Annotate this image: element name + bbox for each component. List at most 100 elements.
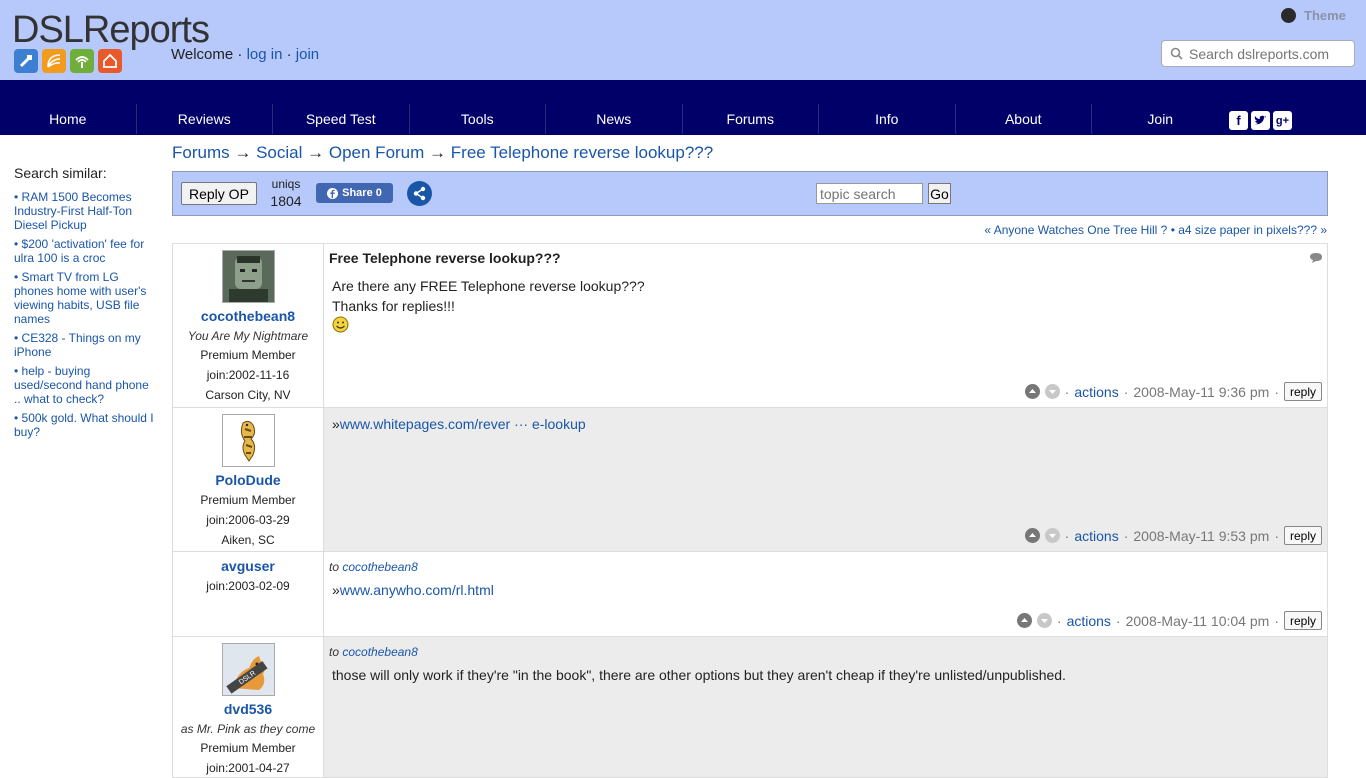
nav-join[interactable]: Join [1092, 104, 1229, 134]
breadcrumb-open-forum[interactable]: Open Forum [329, 143, 424, 162]
reply-button[interactable]: reply [1283, 382, 1322, 401]
similar-link[interactable]: • 500k gold. What should I buy? [14, 411, 154, 439]
thread-navigation: « Anyone Watches One Tree Hill ? • a4 si… [984, 223, 1327, 237]
post-footer: · actions · 2008-May-11 9:36 pm · reply [1024, 382, 1322, 401]
footer-separator: · [1274, 527, 1279, 544]
post-body: to cocothebean8 »www.anywho.com/rl.html … [324, 552, 1327, 636]
footer-separator: · [1064, 527, 1070, 544]
downvote-icon[interactable] [1036, 613, 1052, 628]
uniqs-counter: uniqs 1804 [269, 177, 303, 209]
similar-link[interactable]: • help - buying used/second hand phone .… [14, 364, 154, 406]
reply-to-user[interactable]: cocothebean8 [342, 645, 417, 659]
post-text: »www.anywho.com/rl.html [329, 580, 1322, 600]
nav-tools[interactable]: Tools [410, 104, 546, 134]
username[interactable]: avguser [173, 558, 323, 574]
reply-to-label: to [329, 560, 340, 574]
reply-button[interactable]: reply [1283, 611, 1322, 630]
main-nav: Home Reviews Speed Test Tools News Forum… [0, 80, 1366, 135]
nav-news[interactable]: News [546, 104, 683, 134]
footer-separator: · [1064, 383, 1070, 400]
nav-about[interactable]: About [956, 104, 1092, 134]
post: cocothebean8 You Are My Nightmare Premiu… [173, 244, 1327, 408]
upvote-icon[interactable] [1024, 384, 1040, 399]
twitter-icon[interactable] [1251, 111, 1270, 130]
downvote-icon[interactable] [1044, 528, 1060, 543]
share-icon[interactable] [407, 181, 432, 206]
join-date: join:2006-03-29 [206, 513, 290, 527]
breadcrumb-separator: → [234, 143, 252, 162]
username[interactable]: PoloDude [173, 472, 323, 488]
smiley-icon [332, 316, 349, 333]
downvote-icon[interactable] [1044, 384, 1060, 399]
similar-link[interactable]: • CE328 - Things on my iPhone [14, 331, 154, 359]
nav-home[interactable]: Home [0, 104, 137, 134]
reply-to: to cocothebean8 [329, 645, 1322, 659]
footer-separator: · [1056, 612, 1062, 629]
join-link[interactable]: join [296, 46, 319, 63]
post-link[interactable]: www.anywho.com/rl.html [340, 582, 494, 598]
next-topic-link[interactable]: a4 size paper in pixels??? » [1178, 223, 1327, 237]
nav-forums[interactable]: Forums [683, 104, 819, 134]
footer-separator: · [1115, 612, 1121, 629]
breadcrumb-forums[interactable]: Forums [172, 143, 230, 162]
upvote-icon[interactable] [1024, 528, 1040, 543]
site-header: DSLReports Welcome · log in · join Theme [0, 0, 1366, 80]
post-timestamp: 2008-May-11 9:36 pm [1133, 383, 1270, 400]
reply-to-user[interactable]: cocothebean8 [342, 560, 417, 574]
upvote-icon[interactable] [1016, 613, 1032, 628]
post-body: »www.whitepages.com/rever ··· e-lookup ·… [324, 408, 1327, 551]
search-icon [1170, 47, 1183, 60]
site-search-input[interactable] [1187, 44, 1351, 63]
link-prefix: » [332, 416, 340, 432]
post-body: Free Telephone reverse lookup??? Are the… [324, 244, 1327, 407]
uniqs-label: uniqs [271, 177, 301, 191]
member-rank: Premium Member [200, 493, 296, 507]
actions-link[interactable]: actions [1074, 384, 1118, 400]
post-link[interactable]: www.whitepages.com/rever ··· e-lookup [340, 416, 586, 432]
breadcrumb-topic[interactable]: Free Telephone reverse lookup??? [451, 143, 713, 162]
similar-link[interactable]: • RAM 1500 Becomes Industry-First Half-T… [14, 190, 154, 232]
facebook-share-button[interactable]: Share 0 [316, 183, 393, 203]
avatar[interactable] [221, 414, 275, 467]
post-text-line: Are there any FREE Telephone reverse loo… [332, 278, 645, 294]
actions-link[interactable]: actions [1067, 613, 1111, 629]
nav-reviews[interactable]: Reviews [137, 104, 273, 134]
post-author: DSLR dvd536 as Mr. Pink as they come Pre… [173, 637, 324, 777]
username[interactable]: cocothebean8 [173, 308, 323, 324]
site-search[interactable] [1161, 40, 1355, 67]
topic-search-input[interactable] [816, 183, 923, 204]
similar-link[interactable]: • Smart TV from LG phones home with user… [14, 270, 154, 326]
breadcrumb-separator: → [307, 143, 325, 162]
post-author: PoloDude Premium Member join:2006-03-29 … [173, 408, 324, 551]
uniqs-value: 1804 [270, 193, 302, 209]
reply-to: to cocothebean8 [329, 560, 1322, 574]
topic-search-go-button[interactable]: Go [928, 183, 951, 204]
reply-to-label: to [329, 645, 340, 659]
facebook-icon [327, 187, 339, 199]
google-plus-icon[interactable]: g+ [1273, 111, 1292, 130]
actions-link[interactable]: actions [1074, 528, 1118, 544]
avatar[interactable]: DSLR [221, 643, 275, 696]
post-author: cocothebean8 You Are My Nightmare Premiu… [173, 244, 324, 407]
welcome-text: Welcome · log in · join [171, 46, 320, 63]
username[interactable]: dvd536 [173, 701, 323, 717]
signal-icon [42, 49, 66, 73]
join-date: join:2003-02-09 [206, 579, 290, 593]
logo-icons[interactable] [14, 49, 122, 73]
link-prefix: » [332, 582, 340, 598]
facebook-icon[interactable]: f [1229, 111, 1248, 130]
reply-button[interactable]: reply [1283, 526, 1322, 545]
similar-link[interactable]: • $200 'activation' fee for ulra 100 is … [14, 237, 154, 265]
reply-op-button[interactable]: Reply OP [181, 182, 257, 205]
login-link[interactable]: log in [247, 46, 283, 63]
breadcrumb-social[interactable]: Social [256, 143, 302, 162]
breadcrumb: Forums → Social → Open Forum → Free Tele… [172, 143, 713, 163]
theme-toggle[interactable]: Theme [1281, 8, 1346, 23]
prev-topic-link[interactable]: « Anyone Watches One Tree Hill ? [984, 223, 1167, 237]
nav-info[interactable]: Info [819, 104, 956, 134]
post-text: those will only work if they're "in the … [332, 667, 1066, 683]
avatar[interactable] [221, 250, 275, 303]
footer-separator: · [1123, 527, 1129, 544]
nav-speed-test[interactable]: Speed Test [273, 104, 410, 134]
home-icon [98, 49, 122, 73]
